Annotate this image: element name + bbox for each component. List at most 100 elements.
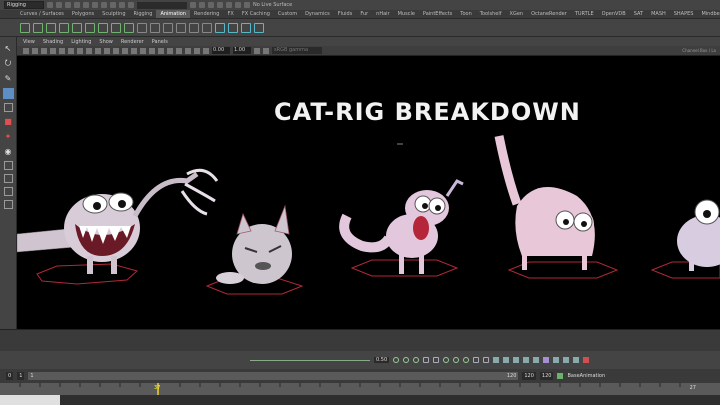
- key-icon[interactable]: [463, 357, 470, 363]
- shelf-tab[interactable]: Dynamics: [301, 10, 334, 18]
- shelf-tool-icon[interactable]: [150, 22, 160, 33]
- shelf-tab[interactable]: Rendering: [190, 10, 224, 18]
- antialias-icon[interactable]: [185, 47, 191, 54]
- shelf-tab[interactable]: Animation: [156, 10, 190, 18]
- key-icon[interactable]: [443, 357, 450, 363]
- shelf-tool-icon[interactable]: [228, 22, 238, 33]
- shelf-tab[interactable]: Curves / Surfaces: [16, 10, 68, 18]
- layout-single-icon[interactable]: ◉: [3, 146, 14, 157]
- lasso-icon[interactable]: ⭮: [3, 58, 14, 69]
- ao-icon[interactable]: [167, 47, 173, 54]
- tangent-icon[interactable]: [563, 357, 570, 363]
- status-icon[interactable]: [56, 2, 62, 8]
- anim-end-field[interactable]: 120: [522, 372, 536, 380]
- shelf-tab[interactable]: TURTLE: [571, 10, 598, 18]
- gate-mask-icon[interactable]: [86, 47, 92, 54]
- grid-icon[interactable]: [59, 47, 65, 54]
- status-icon[interactable]: [226, 2, 232, 8]
- status-icon[interactable]: [208, 2, 214, 8]
- shelf-tool-icon[interactable]: [72, 22, 82, 33]
- camera-icon[interactable]: [23, 47, 29, 54]
- shelf-tab[interactable]: FX: [224, 10, 238, 18]
- textured-icon[interactable]: [140, 47, 146, 54]
- status-icon[interactable]: [128, 2, 134, 8]
- live-surface-label[interactable]: No Live Surface: [253, 2, 292, 8]
- anim-layer-label[interactable]: BaseAnimation: [567, 373, 605, 379]
- image-plane-icon[interactable]: [50, 47, 56, 54]
- shelf-tab[interactable]: Mindbender: [697, 10, 720, 18]
- xray-icon[interactable]: [194, 47, 200, 54]
- current-range-block[interactable]: [0, 395, 60, 405]
- key-icon[interactable]: [413, 357, 420, 363]
- shelf-tab[interactable]: SAT: [630, 10, 647, 18]
- lights-icon[interactable]: [149, 47, 155, 54]
- shelf-tool-icon[interactable]: [85, 22, 95, 33]
- snap-icon[interactable]: [483, 357, 490, 363]
- shelf-tab[interactable]: Toon: [456, 10, 476, 18]
- status-icon[interactable]: [65, 2, 71, 8]
- input-field[interactable]: [137, 1, 187, 9]
- viewport-menu-item[interactable]: Lighting: [71, 39, 91, 45]
- layout-custom-icon[interactable]: [3, 200, 13, 209]
- smooth-shade-icon[interactable]: [131, 47, 137, 54]
- shelf-tool-icon[interactable]: [46, 22, 56, 33]
- shelf-tool-icon[interactable]: [202, 22, 212, 33]
- wireframe-icon[interactable]: [122, 47, 128, 54]
- shelf-tab[interactable]: MASH: [647, 10, 670, 18]
- shelf-tool-icon[interactable]: [59, 22, 69, 33]
- color-manage-icon[interactable]: [263, 47, 269, 54]
- anim-start-field[interactable]: 1: [17, 372, 25, 380]
- scene-start-field[interactable]: 0: [6, 372, 14, 380]
- motion-blur-icon[interactable]: [176, 47, 182, 54]
- viewport-panel[interactable]: CAT-RIG BREAKDOWN: [17, 56, 720, 329]
- status-icon[interactable]: [190, 2, 196, 8]
- layout-stack-icon[interactable]: [3, 187, 13, 196]
- film-gate-icon[interactable]: [68, 47, 74, 54]
- move-tool-icon[interactable]: [2, 88, 14, 99]
- xray-joints-icon[interactable]: [203, 47, 209, 54]
- layout-side-icon[interactable]: [3, 174, 13, 183]
- shelf-tab[interactable]: PaintEffects: [419, 10, 456, 18]
- tangent-icon[interactable]: [503, 357, 510, 363]
- menu-set-dropdown[interactable]: Rigging: [4, 1, 44, 9]
- shelf-tab[interactable]: FX Caching: [238, 10, 274, 18]
- viewport-menu-item[interactable]: Renderer: [121, 39, 144, 45]
- last-tool-icon[interactable]: ✦: [3, 131, 14, 142]
- status-icon[interactable]: [119, 2, 125, 8]
- key-icon[interactable]: [393, 357, 400, 363]
- status-icon[interactable]: [47, 2, 53, 8]
- shelf-tab[interactable]: Rigging: [130, 10, 157, 18]
- safe-action-icon[interactable]: [104, 47, 110, 54]
- resolution-gate-icon[interactable]: [77, 47, 83, 54]
- shelf-tab[interactable]: Sculpting: [98, 10, 129, 18]
- camera-attr-icon[interactable]: [32, 47, 38, 54]
- shelf-tab[interactable]: Fur: [356, 10, 372, 18]
- tangent-icon[interactable]: [533, 357, 540, 363]
- tangent-icon[interactable]: [543, 357, 550, 363]
- playback-speed-slider[interactable]: [250, 359, 370, 361]
- status-icon[interactable]: [83, 2, 89, 8]
- snap-icon[interactable]: [433, 357, 440, 363]
- viewport-menu-item[interactable]: Shading: [43, 39, 63, 45]
- shelf-tab[interactable]: nHair: [372, 10, 393, 18]
- shelf-tab[interactable]: Fluids: [334, 10, 357, 18]
- shelf-tool-icon[interactable]: [111, 22, 121, 33]
- key-icon[interactable]: [403, 357, 410, 363]
- shelf-tab[interactable]: Polygons: [68, 10, 98, 18]
- status-icon[interactable]: [101, 2, 107, 8]
- shelf-tool-icon[interactable]: [98, 22, 108, 33]
- snap-icon[interactable]: [423, 357, 430, 363]
- shelf-tab[interactable]: Custom: [274, 10, 301, 18]
- shelf-tab[interactable]: OpenVDB: [598, 10, 630, 18]
- shelf-tab[interactable]: XGen: [506, 10, 528, 18]
- status-icon[interactable]: [110, 2, 116, 8]
- layout-four-icon[interactable]: [3, 161, 13, 170]
- status-icon[interactable]: [74, 2, 80, 8]
- shelf-tool-icon[interactable]: [189, 22, 199, 33]
- shelf-tool-icon[interactable]: [241, 22, 251, 33]
- safe-title-icon[interactable]: [113, 47, 119, 54]
- scale-tool-icon[interactable]: ■: [3, 116, 14, 127]
- exposure-icon[interactable]: [254, 47, 260, 54]
- status-icon[interactable]: [92, 2, 98, 8]
- viewport-menu-item[interactable]: Show: [99, 39, 113, 45]
